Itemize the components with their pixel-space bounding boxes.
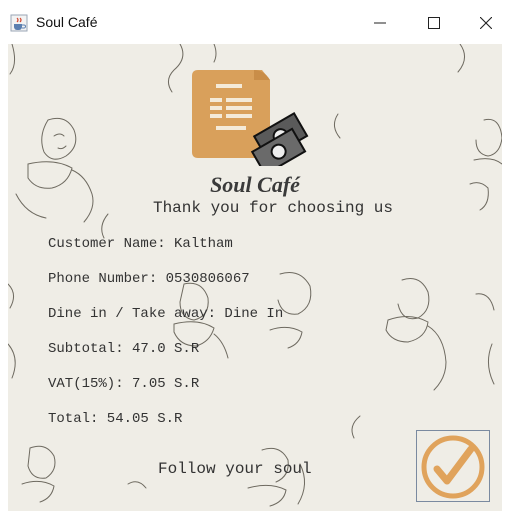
customer-name: Customer Name: Kaltham bbox=[48, 236, 233, 252]
brand-title: Soul Café bbox=[210, 172, 300, 197]
dine-option: Dine in / Take away: Dine In bbox=[48, 306, 284, 322]
vat: VAT(15%): 7.05 S.R bbox=[48, 376, 200, 392]
app-window: Soul Café Soul Café Thank you for choosi… bbox=[0, 0, 510, 518]
subtotal: Subtotal: 47.0 S.R bbox=[48, 341, 200, 357]
minimize-button[interactable] bbox=[360, 8, 400, 38]
total: Total: 54.05 S.R bbox=[48, 411, 183, 427]
minimize-icon bbox=[374, 22, 386, 24]
confirm-button[interactable] bbox=[416, 430, 490, 502]
receipt-money-icon bbox=[192, 70, 309, 166]
phone-number: Phone Number: 0530806067 bbox=[48, 271, 250, 287]
maximize-icon bbox=[428, 17, 440, 29]
window-title: Soul Café bbox=[36, 14, 98, 30]
checkmark-icon bbox=[421, 435, 485, 499]
java-cup-icon bbox=[10, 14, 28, 32]
title-bar: Soul Café bbox=[0, 0, 510, 44]
maximize-button[interactable] bbox=[414, 8, 454, 38]
close-icon bbox=[480, 17, 492, 29]
receipt-panel: Soul Café Thank you for choosing us Cust… bbox=[8, 44, 502, 511]
thank-you-message: Thank you for choosing us bbox=[152, 199, 394, 217]
close-button[interactable] bbox=[466, 8, 506, 38]
footer-slogan: Follow your soul bbox=[158, 460, 312, 478]
